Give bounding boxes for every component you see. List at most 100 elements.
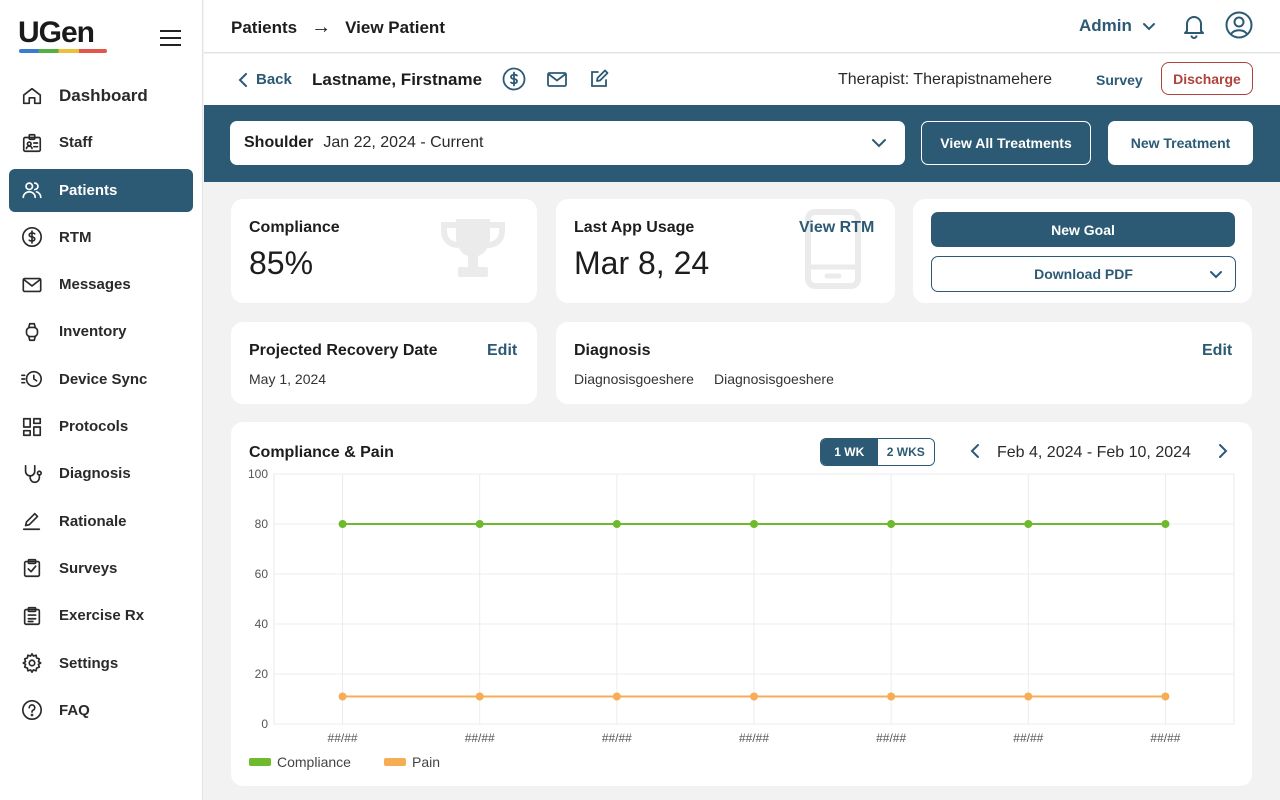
patient-name: Lastname, Firstname (312, 70, 483, 89)
sidebar-item-label: Device Sync (59, 370, 148, 388)
sidebar-item-inventory[interactable]: Inventory (9, 310, 193, 353)
grid-icon (20, 415, 44, 439)
data-point-pain (612, 692, 621, 701)
y-tick-label: 20 (255, 667, 269, 681)
data-point-compliance (1024, 520, 1033, 528)
recovery-date: May 1, 2024 (249, 371, 327, 387)
treatment-body-part: Shoulder (244, 134, 314, 151)
sidebar-nav: Dashboard Staff Patients RTM Messages Invento… (9, 74, 193, 736)
recovery-card: Projected Recovery Date May 1, 2024 Edit (231, 322, 537, 404)
survey-link[interactable]: Survey (1096, 72, 1143, 88)
sidebar-item-messages[interactable]: Messages (9, 263, 193, 306)
sidebar-item-label: RTM (59, 228, 92, 246)
x-tick-label: ##/## (465, 731, 495, 745)
x-tick-label: ##/## (328, 731, 358, 745)
app-usage-value: Mar 8, 24 (574, 245, 710, 281)
diagnosis-card: Diagnosis Diagnosisgoeshere Diagnosisgoe… (556, 322, 1252, 404)
recovery-title: Projected Recovery Date (249, 342, 438, 359)
data-point-compliance (1161, 520, 1170, 528)
therapist-name: Therapist: Therapistnamehere (838, 71, 1053, 88)
top-bar: Patients → View Patient Admin (204, 0, 1280, 53)
clipboard-check-icon (20, 556, 44, 580)
compliance-title: Compliance (249, 219, 340, 236)
chevron-down-icon (1142, 23, 1155, 31)
clock-sync-icon (20, 367, 44, 391)
app-logo[interactable]: UGen (18, 16, 95, 50)
sidebar-item-label: FAQ (59, 701, 90, 719)
view-rtm-link[interactable]: View RTM (799, 219, 874, 237)
hamburger-menu-icon[interactable] (160, 30, 181, 46)
data-point-compliance (887, 520, 896, 528)
question-icon (20, 698, 44, 722)
sidebar-item-surveys[interactable]: Surveys (9, 547, 193, 590)
bell-icon[interactable] (1182, 13, 1206, 39)
view-all-treatments-button[interactable]: View All Treatments (921, 121, 1091, 165)
sidebar-item-dashboard[interactable]: Dashboard (9, 74, 193, 117)
breadcrumb: Patients → View Patient (231, 16, 445, 39)
mail-icon[interactable] (545, 67, 569, 91)
sidebar-item-rtm[interactable]: RTM (9, 216, 193, 259)
treatment-date-range: Jan 22, 2024 - Current (323, 134, 484, 151)
treatment-bar: Shoulder Jan 22, 2024 - Current View All… (204, 105, 1280, 182)
data-point-pain (750, 692, 758, 701)
sidebar-item-exercise-rx[interactable]: Exercise Rx (9, 594, 193, 637)
new-treatment-button[interactable]: New Treatment (1108, 121, 1253, 165)
diagnosis-title: Diagnosis (574, 342, 651, 359)
sidebar-item-diagnosis[interactable]: Diagnosis (9, 452, 193, 495)
compliance-pain-chart: 0 20 40 60 80 100 ##/## ##/## ##/## ##/## ##/## ##/… (248, 467, 1235, 745)
data-point-pain (1024, 692, 1033, 701)
home-icon (20, 84, 44, 108)
treatment-select[interactable]: Shoulder Jan 22, 2024 - Current (230, 121, 905, 165)
y-tick-label: 40 (255, 617, 269, 631)
data-point-compliance (612, 520, 621, 528)
sidebar-item-patients[interactable]: Patients (9, 168, 193, 212)
pen-icon (20, 509, 44, 533)
breadcrumb-arrow-icon: → (311, 16, 332, 38)
download-pdf-label: Download PDF (1034, 266, 1133, 282)
user-profile-icon[interactable] (1225, 11, 1253, 39)
stethoscope-icon (20, 462, 44, 486)
edit-icon[interactable] (587, 67, 611, 91)
new-goal-button[interactable]: New Goal (931, 212, 1235, 247)
sidebar-item-label: Protocols (59, 418, 129, 436)
x-tick-label: ##/## (739, 731, 769, 745)
sidebar-item-label: Dashboard (59, 85, 148, 105)
sidebar-item-label: Messages (59, 276, 131, 294)
sidebar-item-faq[interactable]: FAQ (9, 689, 193, 732)
data-point-compliance (338, 520, 347, 528)
breadcrumb-current: View Patient (345, 17, 445, 37)
dollar-icon (20, 225, 44, 249)
diagnosis-edit-link[interactable]: Edit (1202, 342, 1232, 360)
back-button[interactable]: Back (238, 71, 292, 88)
sidebar-item-staff[interactable]: Staff (9, 121, 193, 164)
sidebar-item-device-sync[interactable]: Device Sync (9, 358, 193, 401)
data-point-pain (887, 692, 896, 701)
sidebar-item-label: Patients (59, 181, 118, 199)
logo-color-bar (19, 49, 107, 53)
data-point-compliance (750, 520, 758, 528)
legend-swatch (249, 758, 271, 766)
sidebar-item-rationale[interactable]: Rationale (9, 500, 193, 543)
sidebar-item-settings[interactable]: Settings (9, 642, 193, 685)
diagnosis-item: Diagnosisgoeshere (574, 371, 694, 387)
y-tick-label: 80 (255, 517, 269, 531)
sidebar-item-protocols[interactable]: Protocols (9, 405, 193, 448)
recovery-edit-link[interactable]: Edit (487, 342, 517, 360)
y-tick-label: 0 (261, 717, 268, 731)
app-usage-card: Last App Usage Mar 8, 24 View RTM (556, 199, 895, 303)
actions-card: New Goal Download PDF (913, 199, 1252, 303)
app-usage-title: Last App Usage (574, 219, 695, 236)
chevron-down-icon (872, 139, 886, 148)
dollar-icon[interactable] (502, 67, 526, 91)
compliance-pain-card: Compliance & Pain 1 WK 2 WKS Feb 4, 2024… (231, 422, 1252, 786)
breadcrumb-patients[interactable]: Patients (231, 18, 297, 38)
gear-icon (20, 651, 44, 675)
trophy-icon (441, 219, 505, 277)
compliance-value: 85% (249, 245, 314, 281)
data-point-pain (475, 692, 484, 701)
user-menu[interactable]: Admin (1079, 16, 1156, 36)
watch-icon (20, 320, 44, 344)
sidebar-item-label: Diagnosis (59, 465, 131, 483)
download-pdf-button[interactable]: Download PDF (931, 256, 1236, 292)
discharge-button[interactable]: Discharge (1161, 62, 1253, 95)
